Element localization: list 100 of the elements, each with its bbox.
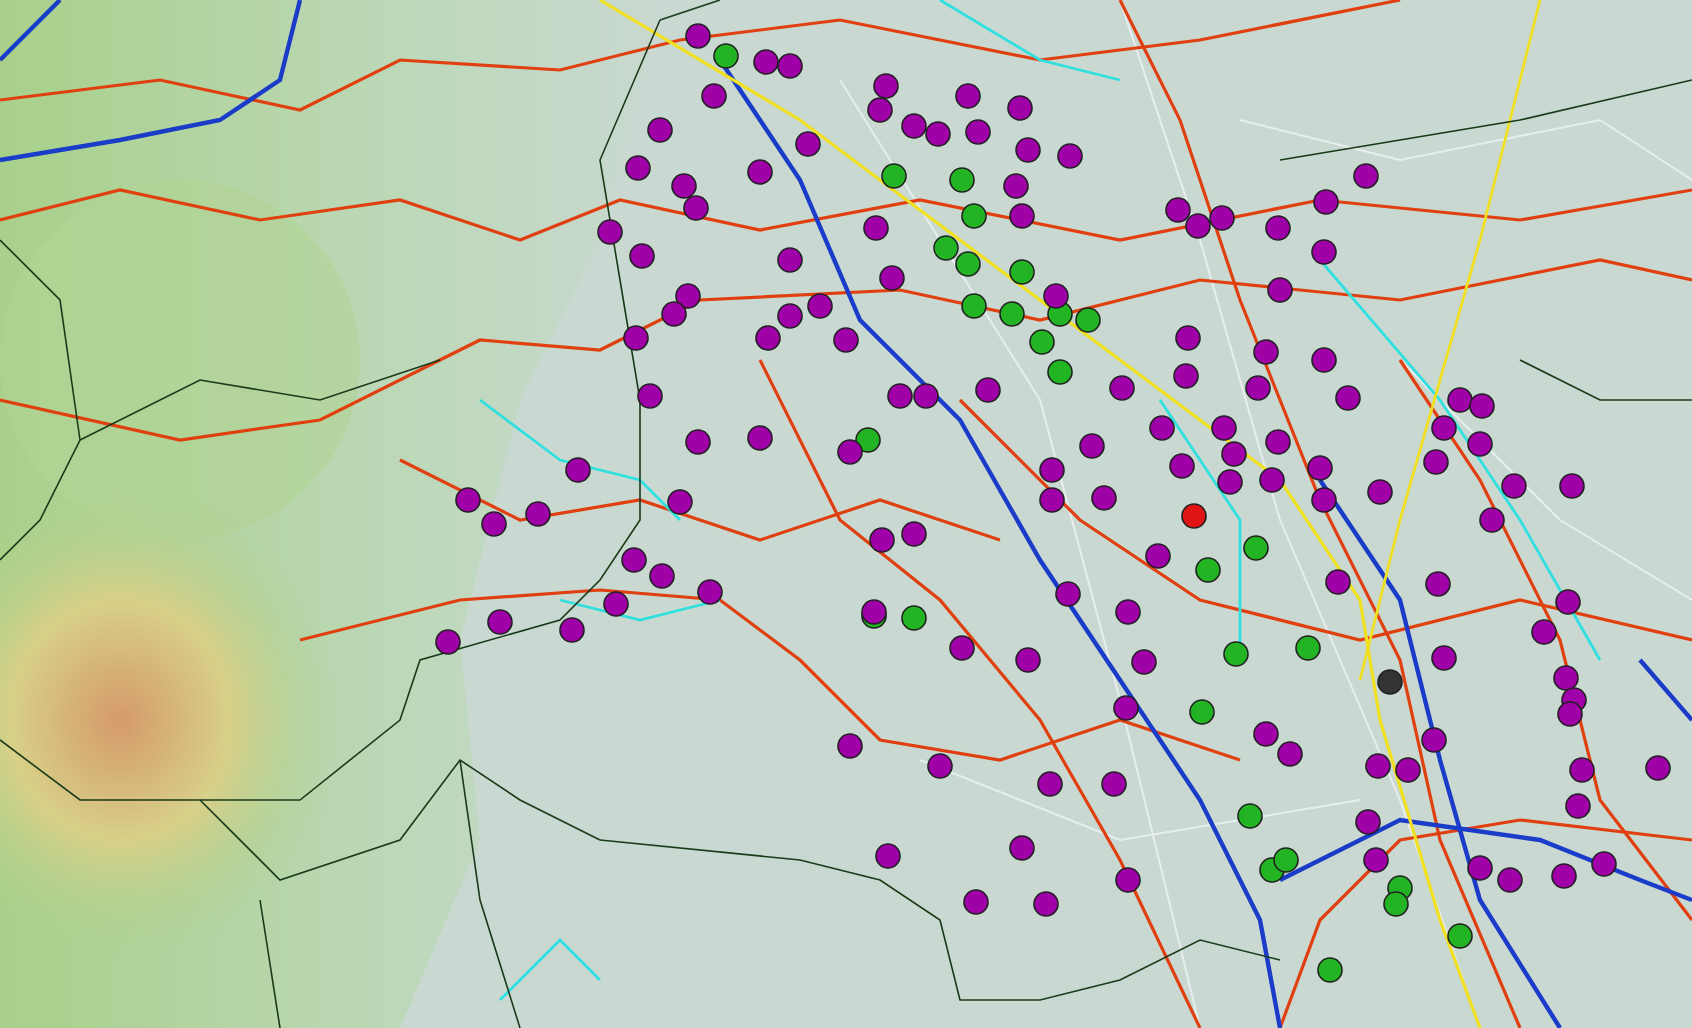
map-marker[interactable]: [1467, 855, 1493, 881]
map-marker[interactable]: [913, 383, 939, 409]
map-marker[interactable]: [1265, 215, 1291, 241]
map-marker[interactable]: [1091, 485, 1117, 511]
map-marker[interactable]: [1479, 507, 1505, 533]
map-marker[interactable]: [1195, 557, 1221, 583]
map-marker[interactable]: [879, 265, 905, 291]
map-marker[interactable]: [1365, 753, 1391, 779]
map-marker[interactable]: [867, 97, 893, 123]
map-marker[interactable]: [869, 527, 895, 553]
map-marker[interactable]: [747, 425, 773, 451]
map-marker[interactable]: [1169, 453, 1195, 479]
map-marker[interactable]: [1109, 375, 1135, 401]
map-marker[interactable]: [999, 301, 1025, 327]
map-marker[interactable]: [1267, 277, 1293, 303]
map-marker[interactable]: [597, 219, 623, 245]
map-marker[interactable]: [1431, 645, 1457, 671]
map-marker[interactable]: [1307, 455, 1333, 481]
map-marker[interactable]: [565, 457, 591, 483]
map-marker[interactable]: [683, 195, 709, 221]
map-marker[interactable]: [863, 215, 889, 241]
map-marker[interactable]: [1145, 543, 1171, 569]
map-marker[interactable]: [837, 733, 863, 759]
map-marker[interactable]: [1335, 385, 1361, 411]
map-marker[interactable]: [1431, 415, 1457, 441]
map-marker[interactable]: [1273, 847, 1299, 873]
map-marker[interactable]: [671, 173, 697, 199]
map-marker[interactable]: [603, 591, 629, 617]
map-marker[interactable]: [1569, 757, 1595, 783]
map-marker[interactable]: [1311, 347, 1337, 373]
map-marker[interactable]: [1223, 641, 1249, 667]
map-marker[interactable]: [1009, 259, 1035, 285]
map-marker[interactable]: [1591, 851, 1617, 877]
map-marker[interactable]: [1055, 581, 1081, 607]
map-marker[interactable]: [1467, 431, 1493, 457]
map-marker[interactable]: [637, 383, 663, 409]
map-marker[interactable]: [881, 163, 907, 189]
map-marker[interactable]: [1079, 433, 1105, 459]
map-marker[interactable]: [1039, 457, 1065, 483]
map-marker[interactable]: [647, 117, 673, 143]
map-marker[interactable]: [1057, 143, 1083, 169]
map-marker[interactable]: [777, 303, 803, 329]
map-marker[interactable]: [623, 325, 649, 351]
map-marker[interactable]: [1175, 325, 1201, 351]
map-marker[interactable]: [435, 629, 461, 655]
map-marker[interactable]: [901, 521, 927, 547]
map-marker[interactable]: [1015, 137, 1041, 163]
map-marker[interactable]: [455, 487, 481, 513]
map-marker[interactable]: [1221, 441, 1247, 467]
map-marker[interactable]: [1551, 863, 1577, 889]
map-marker[interactable]: [1115, 867, 1141, 893]
map-marker[interactable]: [1277, 741, 1303, 767]
map-marker[interactable]: [975, 377, 1001, 403]
map-marker[interactable]: [1113, 695, 1139, 721]
map-marker[interactable]: [1317, 957, 1343, 983]
map-marker[interactable]: [1009, 835, 1035, 861]
map-marker[interactable]: [1423, 449, 1449, 475]
map-marker[interactable]: [901, 605, 927, 631]
map-marker[interactable]: [861, 599, 887, 625]
map-marker[interactable]: [747, 159, 773, 185]
map-marker[interactable]: [833, 327, 859, 353]
map-marker[interactable]: [1033, 891, 1059, 917]
map-marker[interactable]: [1209, 205, 1235, 231]
map-marker[interactable]: [697, 579, 723, 605]
map-marker[interactable]: [1259, 467, 1285, 493]
map-marker[interactable]: [1189, 699, 1215, 725]
map-marker[interactable]: [837, 439, 863, 465]
map-marker[interactable]: [1497, 867, 1523, 893]
map-marker[interactable]: [1555, 589, 1581, 615]
map-marker[interactable]: [685, 23, 711, 49]
map-marker[interactable]: [1039, 487, 1065, 513]
map-marker[interactable]: [649, 563, 675, 589]
map-marker[interactable]: [1037, 771, 1063, 797]
map-marker[interactable]: [933, 235, 959, 261]
map-marker[interactable]: [1131, 649, 1157, 675]
map-marker[interactable]: [1243, 535, 1269, 561]
map-marker[interactable]: [887, 383, 913, 409]
map-marker[interactable]: [1383, 891, 1409, 917]
map-marker[interactable]: [1645, 755, 1671, 781]
map-marker[interactable]: [1557, 701, 1583, 727]
map-marker[interactable]: [685, 429, 711, 455]
map-marker[interactable]: [949, 167, 975, 193]
map-marker[interactable]: [1047, 359, 1073, 385]
map-marker[interactable]: [1531, 619, 1557, 645]
map-marker[interactable]: [777, 247, 803, 273]
map-marker[interactable]: [1003, 173, 1029, 199]
map-marker[interactable]: [1313, 189, 1339, 215]
map-marker[interactable]: [1295, 635, 1321, 661]
map-marker[interactable]: [1173, 363, 1199, 389]
map-marker[interactable]: [1165, 197, 1191, 223]
map-marker[interactable]: [807, 293, 833, 319]
map-marker[interactable]: [1007, 95, 1033, 121]
map-marker[interactable]: [1447, 387, 1473, 413]
map-marker[interactable]: [965, 119, 991, 145]
map-marker[interactable]: [1355, 809, 1381, 835]
map-marker[interactable]: [1265, 429, 1291, 455]
map-marker[interactable]: [1217, 469, 1243, 495]
map-marker[interactable]: [1015, 647, 1041, 673]
map-marker[interactable]: [1149, 415, 1175, 441]
map-marker[interactable]: [1253, 721, 1279, 747]
